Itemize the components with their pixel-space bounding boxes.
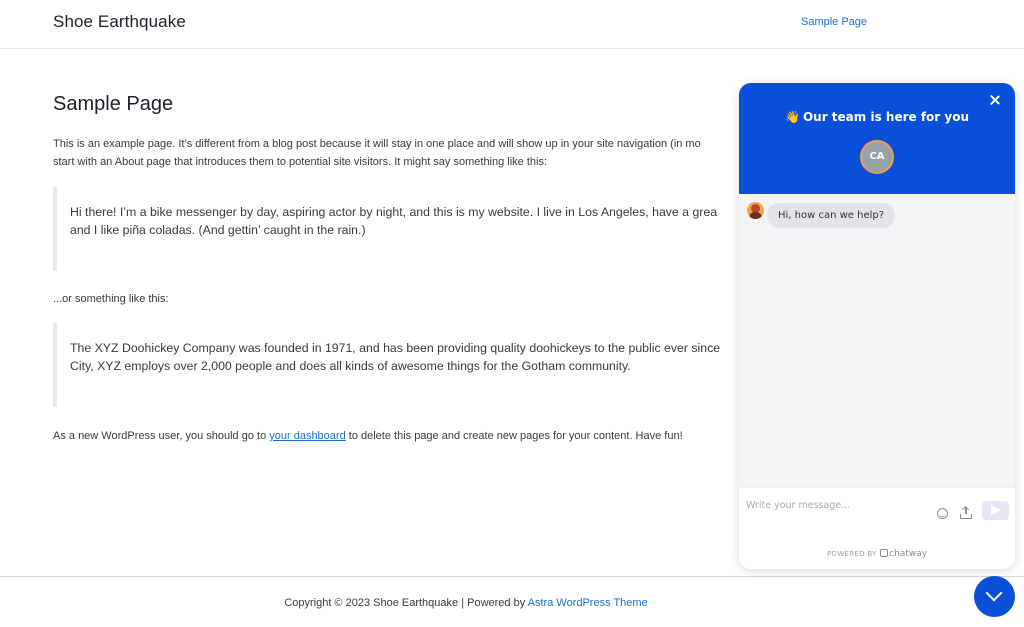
powered-by-label: POWERED BY xyxy=(826,550,877,558)
footer-copyright: Copyright © 2023 Shoe Earthquake | Power… xyxy=(0,597,932,609)
chat-header: 👋 Our team is here for you CA xyxy=(739,83,1015,194)
chat-widget: 👋 Our team is here for you CA Hi, how can… xyxy=(739,83,1015,569)
message-bubble: Hi, how can we help? xyxy=(767,203,896,228)
nav-link-sample-page[interactable]: Sample Page xyxy=(801,16,867,28)
outro-paragraph: As a new WordPress user, you should go t… xyxy=(53,427,683,445)
chat-toggle-button[interactable] xyxy=(974,576,1015,617)
outro-text-before: As a new WordPress user, you should go t… xyxy=(53,430,270,442)
chevron-down-icon xyxy=(985,584,1003,602)
site-header: Shoe Earthquake Sample Page xyxy=(0,0,1024,49)
or-paragraph: ...or something like this: xyxy=(53,293,169,305)
chatway-logo-icon xyxy=(880,549,889,557)
agent-avatar: CA xyxy=(860,140,894,174)
site-title[interactable]: Shoe Earthquake xyxy=(53,12,186,32)
chat-header-title: 👋 Our team is here for you xyxy=(739,110,1015,124)
waving-hand-icon: 👋 xyxy=(785,110,800,124)
copyright-text: Copyright © 2023 Shoe Earthquake | Power… xyxy=(284,597,528,609)
chat-title-text: Our team is here for you xyxy=(802,110,969,124)
chat-input-area: POWERED BY chatway xyxy=(739,487,1015,569)
astra-theme-link[interactable]: Astra WordPress Theme xyxy=(528,597,648,609)
upload-icon[interactable] xyxy=(960,505,972,519)
site-footer: Copyright © 2023 Shoe Earthquake | Power… xyxy=(0,576,1024,627)
emoji-icon[interactable] xyxy=(937,508,948,519)
powered-by-footer: POWERED BY chatway xyxy=(739,549,1015,559)
dashboard-link[interactable]: your dashboard xyxy=(269,430,345,442)
outro-text-after: to delete this page and create new pages… xyxy=(345,430,683,442)
page-title: Sample Page xyxy=(53,93,174,115)
sender-avatar xyxy=(747,202,764,219)
chatway-brand[interactable]: chatway xyxy=(889,549,927,559)
message-input[interactable] xyxy=(746,500,926,511)
send-button[interactable] xyxy=(982,501,1009,520)
close-icon[interactable] xyxy=(989,94,1001,106)
